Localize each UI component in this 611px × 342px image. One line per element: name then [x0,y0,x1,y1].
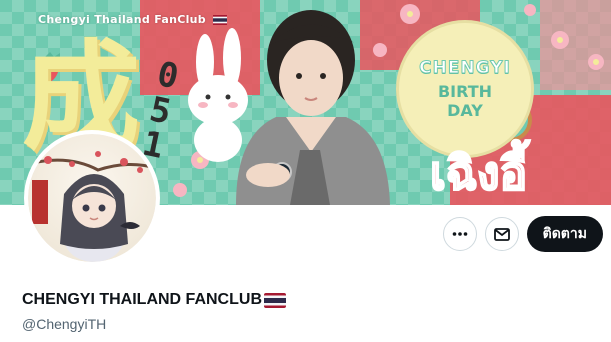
day-word: DAY [447,101,483,120]
fanclub-label: Chengyi Thailand FanClub [38,13,206,26]
display-name-text: CHENGYI THAILAND FANCLUB [22,291,262,308]
thai-name-text: เฉิงอี้ [429,146,528,200]
thailand-flag-icon [213,15,228,25]
display-name: CHENGYI THAILAND FANCLUB [22,291,286,309]
chibi-illustration [28,151,156,262]
more-horizontal-icon [452,232,467,236]
envelope-icon [493,228,510,241]
thailand-flag-icon [264,292,286,308]
birthday-badge: CHENGYI BIRTH DAY [396,20,534,158]
message-button[interactable] [484,217,519,251]
avatar-image [28,134,156,262]
birthday-name: CHENGYI [419,58,511,79]
fanclub-watermark: Chengyi Thailand FanClub [38,13,228,26]
more-button[interactable] [442,217,477,251]
profile-actions: ติดตาม [442,216,603,252]
birthday-word: BIRTH [437,82,493,101]
follow-button[interactable]: ติดตาม [526,216,603,252]
profile-avatar[interactable] [24,130,160,266]
user-handle: @ChengyiTH [22,316,107,332]
